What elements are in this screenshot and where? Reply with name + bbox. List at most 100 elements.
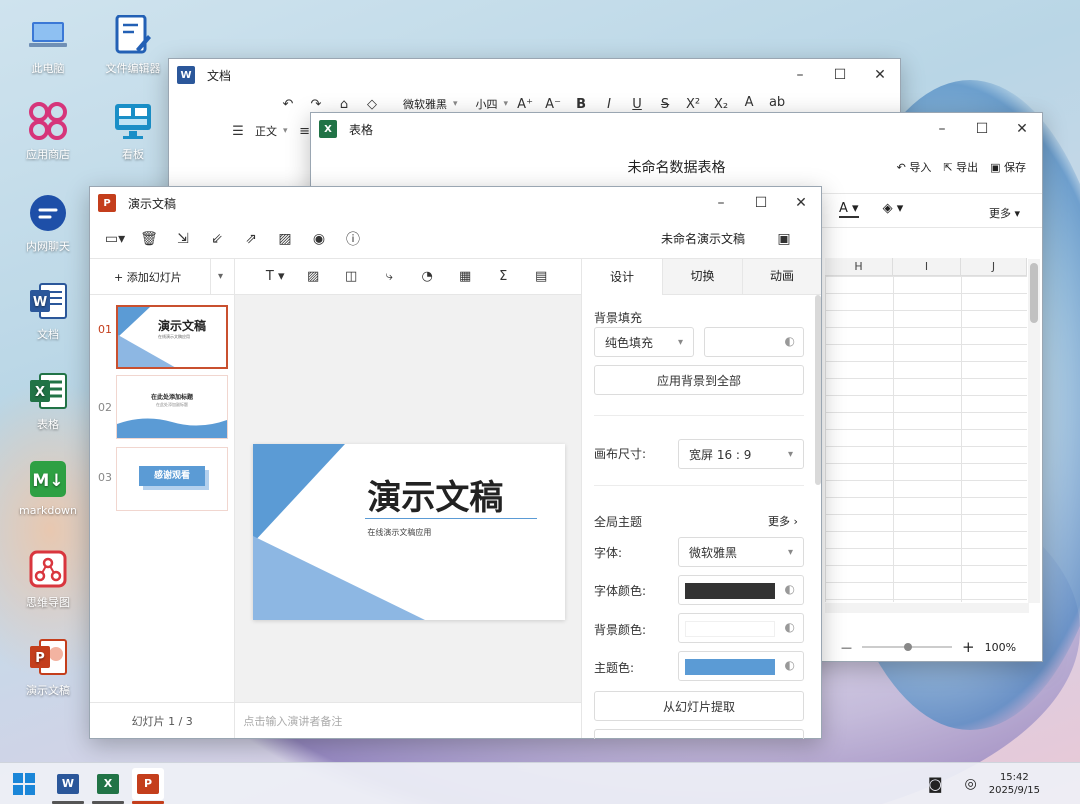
speaker-notes-input[interactable]: 点击输入演讲者备注 bbox=[235, 702, 581, 738]
canvas-area[interactable]: 演示文稿 在线演示文稿应用 bbox=[235, 295, 581, 702]
export-icon[interactable]: ⇙ bbox=[206, 228, 228, 250]
slide-title[interactable]: 演示文稿 bbox=[367, 470, 503, 519]
horizontal-scrollbar[interactable] bbox=[825, 603, 1029, 613]
save-button[interactable]: ▣ 保存 bbox=[990, 159, 1026, 175]
tab-animation[interactable]: 动画 bbox=[742, 259, 821, 294]
taskbar-excel[interactable]: X bbox=[92, 768, 124, 804]
share-icon[interactable]: ⇗ bbox=[240, 228, 262, 250]
maximize-icon[interactable]: ☐ bbox=[741, 187, 781, 219]
desktop-icon-app-store[interactable]: 应用商店 bbox=[8, 100, 88, 162]
cells[interactable] bbox=[825, 276, 1027, 602]
theme-color-picker[interactable]: ◐ bbox=[678, 651, 804, 681]
desktop-icon-markdown[interactable]: M↓ markdown bbox=[8, 458, 88, 517]
import-button[interactable]: ↶ 导入 bbox=[897, 159, 932, 175]
slide-number: 02 bbox=[98, 401, 112, 414]
canvas-size-select[interactable]: 宽屏 16 : 9 ▾ bbox=[678, 439, 804, 469]
bg-color-picker[interactable]: ◐ bbox=[678, 613, 804, 643]
slide-number: 03 bbox=[98, 471, 112, 484]
undo-icon[interactable]: ↶ bbox=[277, 93, 299, 115]
minimize-icon[interactable]: – bbox=[701, 187, 741, 219]
slide-subtitle[interactable]: 在线演示文稿应用 bbox=[367, 527, 431, 538]
taskbar-word[interactable]: W bbox=[52, 768, 84, 804]
zoom-out-icon[interactable]: — bbox=[841, 641, 852, 654]
delete-icon[interactable]: 🗑 bbox=[138, 228, 160, 250]
vertical-scrollbar[interactable] bbox=[1028, 259, 1040, 603]
font-color-picker[interactable]: ◐ bbox=[678, 575, 804, 605]
font-color-icon[interactable]: A ▾ bbox=[839, 201, 859, 218]
desktop-icon-mindmap[interactable]: 思维导图 bbox=[8, 548, 88, 610]
tab-transition[interactable]: 切换 bbox=[662, 259, 742, 294]
desktop-icon-excel[interactable]: X 表格 bbox=[8, 370, 88, 432]
fullscreen-icon[interactable]: ▣ bbox=[773, 228, 795, 250]
shape-icon[interactable]: ◫ bbox=[340, 266, 362, 288]
desktop-icon-ppt[interactable]: P 演示文稿 bbox=[8, 636, 88, 698]
text-icon[interactable]: T ▾ bbox=[264, 266, 286, 288]
line-icon[interactable]: ⤷ bbox=[378, 266, 400, 288]
slide-thumbnail-3[interactable]: 感谢观看 bbox=[116, 447, 228, 511]
help-icon[interactable]: ⓘ bbox=[342, 228, 364, 250]
close-icon[interactable]: ✕ bbox=[781, 187, 821, 219]
start-button[interactable] bbox=[8, 768, 40, 800]
image-add-icon[interactable]: ▨ bbox=[274, 228, 296, 250]
column-header[interactable]: H bbox=[825, 258, 893, 276]
formula-icon[interactable]: Σ bbox=[492, 266, 514, 288]
mindmap-icon bbox=[27, 548, 69, 590]
export-button[interactable]: ⇱ 导出 bbox=[943, 159, 978, 175]
minimize-icon[interactable]: – bbox=[922, 113, 962, 145]
paragraph-style-select[interactable]: 正文 bbox=[255, 123, 277, 139]
theme-label: 全局主题 bbox=[594, 515, 643, 529]
theme-more-link[interactable]: 更多 › bbox=[768, 513, 798, 529]
presentation-name[interactable]: 未命名演示文稿 bbox=[661, 230, 745, 247]
excel-file-actions: ↶ 导入 ⇱ 导出 ▣ 保存 bbox=[897, 159, 1026, 175]
add-slide-button[interactable]: + 添加幻灯片 bbox=[114, 269, 182, 285]
desktop-icon-kanban[interactable]: 看板 bbox=[93, 100, 173, 162]
ppt-window[interactable]: P 演示文稿 – ☐ ✕ ▭▾ 🗑 ⇲ ⇙ ⇗ ▨ ◉ ⓘ 未命名演示文稿 ▣ … bbox=[89, 186, 822, 739]
extract-theme-button[interactable]: 从幻灯片提取 bbox=[594, 691, 804, 721]
tab-design[interactable]: 设计 bbox=[582, 258, 662, 295]
excel-more-button[interactable]: 更多 ▾ bbox=[989, 205, 1020, 221]
desktop-icon-file-editor[interactable]: 文件编辑器 bbox=[93, 14, 173, 76]
close-icon[interactable]: ✕ bbox=[1002, 113, 1042, 145]
zoom-in-icon[interactable]: + bbox=[962, 638, 975, 656]
theme-font-select[interactable]: 微软雅黑 ▾ bbox=[678, 537, 804, 567]
word-icon: W bbox=[27, 280, 69, 322]
slide-thumbnail-1[interactable]: 演示文稿 在线演示文稿应用 bbox=[116, 305, 228, 369]
ppt-icon: P bbox=[27, 636, 69, 678]
desktop-icon-word[interactable]: W 文档 bbox=[8, 280, 88, 342]
excel-titlebar[interactable]: X 表格 – ☐ ✕ bbox=[311, 113, 1042, 145]
present-icon[interactable]: ▭▾ bbox=[104, 228, 126, 250]
media-icon[interactable]: ▤ bbox=[530, 266, 552, 288]
apply-bg-all-button[interactable]: 应用背景到全部 bbox=[594, 365, 804, 395]
image-icon[interactable]: ▨ bbox=[302, 266, 324, 288]
font-family-select[interactable]: 微软雅黑 bbox=[403, 96, 447, 112]
word-titlebar[interactable]: W 文档 – ☐ ✕ bbox=[169, 59, 900, 91]
slide-thumbnail-2[interactable]: 在此处添加标题 在此处添加副标题 bbox=[116, 375, 228, 439]
fill-color-icon[interactable]: ◈ ▾ bbox=[883, 201, 904, 218]
zoom-slider[interactable] bbox=[862, 643, 952, 651]
clock[interactable]: 15:42 2025/9/15 bbox=[989, 771, 1040, 797]
kanban-icon bbox=[112, 100, 154, 142]
desktop-icon-chat[interactable]: 内网聊天 bbox=[8, 192, 88, 254]
import-icon[interactable]: ⇲ bbox=[172, 228, 194, 250]
chevron-down-icon[interactable]: ▾ bbox=[218, 271, 223, 282]
maximize-icon[interactable]: ☐ bbox=[962, 113, 1002, 145]
close-icon[interactable]: ✕ bbox=[860, 59, 900, 91]
font-size-select[interactable]: 小四 bbox=[476, 96, 498, 112]
panel-scrollbar[interactable] bbox=[815, 295, 821, 485]
desktop-icon-computer[interactable]: 此电脑 bbox=[8, 14, 88, 76]
taskbar-ppt[interactable]: P bbox=[132, 767, 164, 804]
ppt-titlebar[interactable]: P 演示文稿 – ☐ ✕ bbox=[90, 187, 821, 219]
bg-fill-color[interactable]: ◐ bbox=[704, 327, 804, 357]
column-header[interactable]: I bbox=[893, 258, 961, 276]
chart-icon[interactable]: ◔ bbox=[416, 266, 438, 288]
github-icon[interactable]: ◉ bbox=[308, 228, 330, 250]
clock-date: 2025/9/15 bbox=[988, 784, 1040, 796]
bg-fill-select[interactable]: 纯色填充 ▾ bbox=[594, 327, 694, 357]
slide-canvas[interactable]: 演示文稿 在线演示文稿应用 bbox=[253, 444, 566, 620]
maximize-icon[interactable]: ☐ bbox=[820, 59, 860, 91]
minimize-icon[interactable]: – bbox=[780, 59, 820, 91]
table-icon[interactable]: ▦ bbox=[454, 266, 476, 288]
column-header[interactable]: J bbox=[961, 258, 1027, 276]
network-icon[interactable]: ◎ bbox=[965, 776, 977, 792]
screenshot-icon[interactable]: ◙ bbox=[928, 775, 943, 793]
